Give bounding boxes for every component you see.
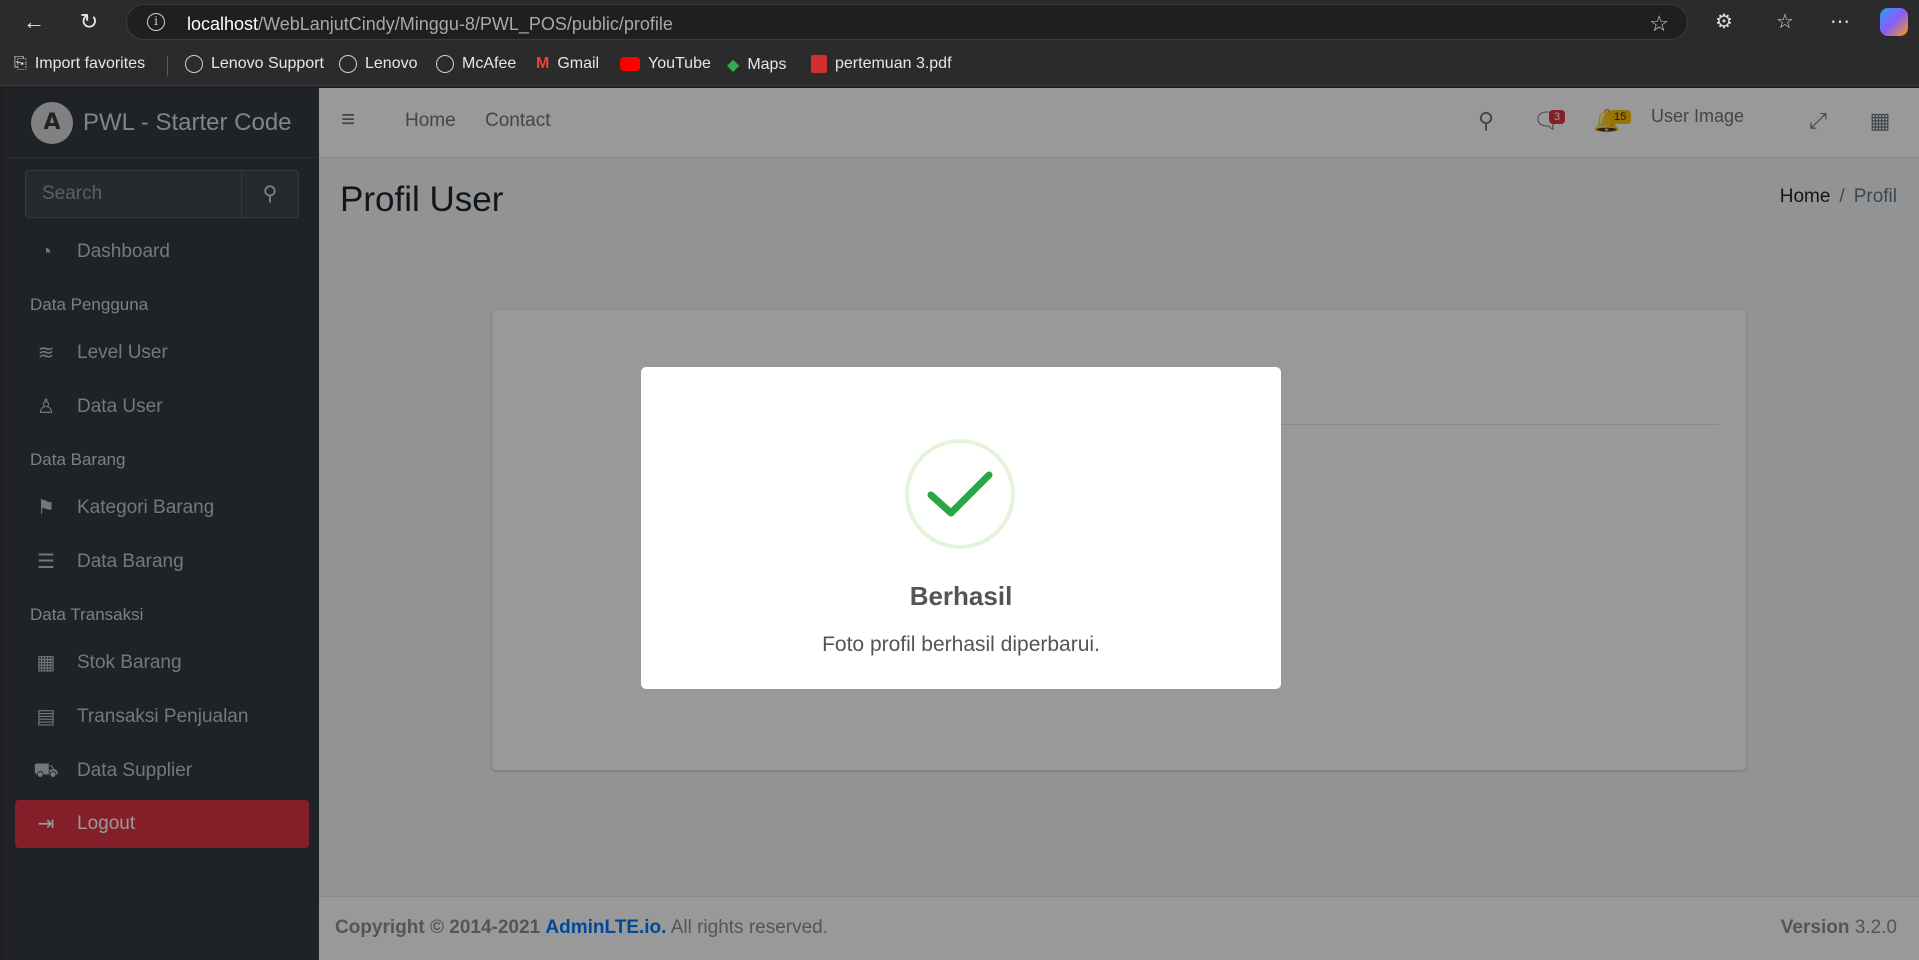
extensions-icon[interactable]: ⚙ — [1710, 8, 1738, 36]
favorites-icon[interactable]: ☆ — [1771, 8, 1799, 36]
more-menu-icon[interactable]: ⋯ — [1826, 8, 1854, 36]
bookmark-lenovo[interactable]: Lenovo — [339, 55, 418, 73]
app-viewport: A PWL - Starter Code ⚲ ◔ Dashboard Data … — [5, 88, 1919, 960]
success-alert-dialog: Berhasil Foto profil berhasil diperbarui… — [641, 367, 1281, 689]
import-icon: ⎘ — [14, 55, 27, 72]
gmail-icon: M — [536, 55, 550, 72]
globe-icon — [185, 55, 203, 73]
address-bar[interactable]: i localhost/WebLanjutCindy/Minggu-8/PWL_… — [126, 4, 1688, 40]
bookmark-youtube[interactable]: YouTube — [620, 55, 711, 73]
site-info-icon[interactable]: i — [147, 13, 165, 31]
refresh-icon[interactable]: ↻ — [75, 8, 103, 36]
favorite-star-icon[interactable]: ☆ — [1649, 11, 1669, 37]
bookmark-import-favorites[interactable]: ⎘ Import favorites — [14, 55, 145, 73]
copilot-icon[interactable] — [1880, 8, 1908, 36]
youtube-icon — [620, 57, 640, 71]
bookmark-mcafee[interactable]: McAfee — [436, 55, 516, 73]
globe-icon — [436, 55, 454, 73]
alert-title: Berhasil — [909, 581, 1013, 611]
browser-toolbar: ← ↻ i localhost/WebLanjutCindy/Minggu-8/… — [0, 0, 1919, 44]
globe-icon — [339, 55, 357, 73]
bookmark-pdf[interactable]: pertemuan 3.pdf — [811, 55, 952, 73]
back-icon[interactable]: ← — [20, 8, 48, 36]
success-check-icon — [905, 439, 1015, 549]
alert-message: Foto profil berhasil diperbarui. — [822, 633, 1100, 656]
pdf-icon — [811, 55, 827, 73]
url-text[interactable]: localhost/WebLanjutCindy/Minggu-8/PWL_PO… — [187, 14, 673, 35]
bookmark-gmail[interactable]: M Gmail — [536, 55, 599, 73]
bookmarks-bar: ⎘ Import favorites Lenovo Support Lenovo … — [0, 44, 1919, 86]
bookmark-divider — [167, 56, 168, 76]
maps-icon: ◆ — [727, 57, 740, 74]
bookmark-lenovo-support[interactable]: Lenovo Support — [185, 55, 324, 73]
bookmark-maps[interactable]: ◆ Maps — [727, 55, 786, 75]
